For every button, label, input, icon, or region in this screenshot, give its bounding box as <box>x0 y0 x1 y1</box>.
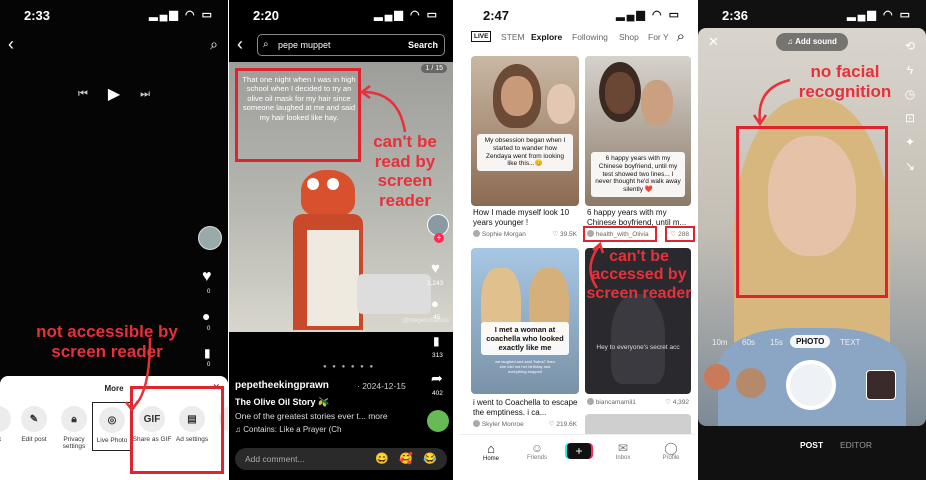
annotation-arrow <box>125 337 152 413</box>
nav-home[interactable]: ⌂ Home <box>477 441 505 462</box>
nav-profile[interactable]: ◯ Profile <box>657 441 685 461</box>
post-music[interactable]: ♫ Contains: Like a Prayer (Ch <box>235 425 342 434</box>
annotation-arrow <box>359 85 407 133</box>
panel-explore-feed: 2:47 ▂▄▆ ◠ ▭ LIVE STEM Explore Following… <box>459 0 695 480</box>
panel-photo-post-text: 2:20 ▂▄▆ ◠ ▭ ‹ ⌕ pepe muppet Search That… <box>229 0 453 480</box>
mode-text[interactable]: TEXT <box>840 338 860 347</box>
post-title: The Olive Oil Story 🫒 <box>235 397 330 407</box>
annotation-arrow <box>589 241 605 289</box>
post-description[interactable]: One of the greatest stories ever t... mo… <box>235 411 388 421</box>
effect-thumb-left[interactable] <box>704 364 730 390</box>
sound-disc[interactable] <box>427 410 449 432</box>
emoji-grin[interactable]: 😄 <box>375 452 389 465</box>
follow-icon[interactable]: + <box>434 233 444 243</box>
mode-15s[interactable]: 15s <box>770 338 783 347</box>
panel-live-photo-more-sheet: 2:33 ▂▄▆ ◠ ▭ ‹ ⌕ ⏮ ▶ ⏭ ♥ 0 ● 0 ▮ 0 not a… <box>0 0 228 480</box>
carousel-dots: ● ● ● ● ● ● <box>323 364 376 370</box>
share-count: 402 <box>432 390 443 397</box>
like-count: 2,243 <box>427 280 444 287</box>
tab-editor[interactable]: EDITOR <box>840 440 872 450</box>
save-count: 313 <box>432 352 443 359</box>
save-icon[interactable]: ▮ <box>433 334 440 348</box>
emoji-hearts[interactable]: 🥰 <box>399 452 413 465</box>
share-icon[interactable]: ➦ <box>431 370 443 387</box>
gallery-thumb[interactable] <box>866 370 896 400</box>
panel-camera: 2:36 ▂▄▆ ◠ ▭ ✕ ♫ Add sound ⟲ ϟ ◷ ⊡ ✦ ↘ n… <box>698 0 926 480</box>
comment-input[interactable]: Add comment... 😄 🥰 😂 <box>235 448 447 470</box>
mode-photo[interactable]: PHOTO <box>790 335 831 348</box>
like-icon[interactable]: ♥ <box>431 260 440 277</box>
effect-thumb-2[interactable] <box>736 368 766 398</box>
bottom-nav: ⌂ Home ☺ Friends + ✉ Inbox ◯ Profile <box>459 434 695 480</box>
shutter-button[interactable] <box>786 360 836 410</box>
emoji-laugh[interactable]: 😂 <box>423 452 437 465</box>
screenshot-collage: 2:33 ▂▄▆ ◠ ▭ ‹ ⌕ ⏮ ▶ ⏭ ♥ 0 ● 0 ▮ 0 not a… <box>0 0 926 480</box>
mode-60s[interactable]: 60s <box>742 338 755 347</box>
comment-icon[interactable]: ● <box>431 296 439 311</box>
comment-count: 45 <box>433 314 441 321</box>
post-date: · 2024-12-15 <box>357 381 406 391</box>
tab-post[interactable]: POST <box>800 440 823 450</box>
mode-10m[interactable]: 10m <box>712 338 728 347</box>
nav-friends[interactable]: ☺ Friends <box>523 441 551 461</box>
nav-create[interactable]: + <box>567 443 591 459</box>
nav-inbox[interactable]: ✉ Inbox <box>609 441 637 461</box>
comment-placeholder: Add comment... <box>245 454 305 464</box>
post-username[interactable]: pepetheekingprawn <box>235 380 329 391</box>
